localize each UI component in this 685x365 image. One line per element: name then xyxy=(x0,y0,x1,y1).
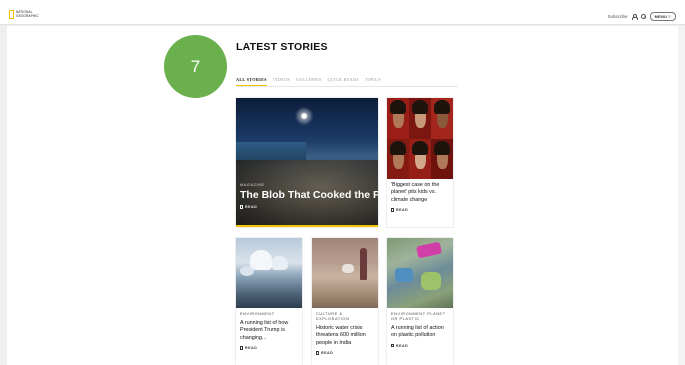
read-label: READ xyxy=(245,205,258,209)
story-image-faces xyxy=(387,98,453,179)
read-icon xyxy=(391,343,394,348)
story-read: READ xyxy=(316,351,376,355)
plastic-shape xyxy=(421,272,441,290)
read-label: READ xyxy=(396,343,409,348)
story-card-body: CULTURE & EXPLORATION Historic water cri… xyxy=(316,312,376,355)
story-read: READ xyxy=(240,346,300,350)
ice-shape xyxy=(240,266,254,276)
subscribe-link[interactable]: Subscribe xyxy=(608,14,628,19)
person-shape xyxy=(360,248,367,280)
tabs-divider xyxy=(236,86,458,87)
story-image-water-crisis xyxy=(312,238,378,308)
feature-story-read: READ xyxy=(240,205,376,209)
story-title[interactable]: A running list of how President Trump is… xyxy=(240,320,300,342)
story-card-climate-kids[interactable]: 'Biggest case on the planet' pits kids v… xyxy=(387,98,453,227)
tab-quick-reads[interactable]: QUICK READS xyxy=(327,77,358,82)
read-icon xyxy=(240,346,243,350)
story-image-plastic xyxy=(387,238,453,308)
natgeo-logo[interactable]: NATIONAL GEOGRAPHIC xyxy=(9,10,39,19)
bucket-shape xyxy=(342,264,354,273)
story-kicker: ENVIRONMENT xyxy=(240,312,275,316)
face-portrait xyxy=(387,138,409,179)
logo-wordmark: NATIONAL GEOGRAPHIC xyxy=(16,10,39,18)
story-title[interactable]: Historic water crisis threatens 600 mill… xyxy=(316,325,376,347)
face-portrait xyxy=(431,98,453,139)
feature-story-card[interactable]: MAGAZINE The Blob That Cooked the Pacifi… xyxy=(236,98,378,227)
step-number-badge: 7 xyxy=(164,35,227,98)
story-title[interactable]: 'Biggest case on the planet' pits kids v… xyxy=(391,182,451,204)
tab-galleries[interactable]: GALLERIES xyxy=(296,77,322,82)
search-icon[interactable] xyxy=(640,14,646,19)
feature-story-text: MAGAZINE The Blob That Cooked the Pacifi… xyxy=(240,183,378,209)
tab-all-stories[interactable]: ALL STORIES xyxy=(236,77,267,86)
story-title[interactable]: A running list of action on plastic poll… xyxy=(391,325,451,340)
story-card-india-water[interactable]: CULTURE & EXPLORATION Historic water cri… xyxy=(312,238,378,365)
yellow-border-logo-icon xyxy=(9,10,14,19)
ice-shape xyxy=(272,256,288,270)
read-label: READ xyxy=(396,207,409,212)
read-icon xyxy=(240,205,243,209)
story-card-body: ENVIRONMENT A running list of how Presid… xyxy=(240,312,300,350)
story-read: READ xyxy=(391,208,451,212)
feature-story-kicker: MAGAZINE xyxy=(240,183,265,187)
face-portrait xyxy=(431,138,453,179)
story-card-body: 'Biggest case on the planet' pits kids v… xyxy=(391,182,451,212)
story-card-plastic-pollution[interactable]: ENVIRONMENT PLANET OR PLASTIC A running … xyxy=(387,238,453,365)
story-card-body: ENVIRONMENT PLANET OR PLASTIC A running … xyxy=(391,312,451,348)
tab-topics[interactable]: TOPICS xyxy=(365,77,381,82)
story-read: READ xyxy=(391,344,451,348)
story-kicker: CULTURE & EXPLORATION xyxy=(316,312,350,321)
story-image-glacier xyxy=(236,238,302,308)
read-icon xyxy=(316,351,319,355)
story-kicker: ENVIRONMENT PLANET OR PLASTIC xyxy=(391,312,446,321)
user-icon[interactable] xyxy=(632,14,639,20)
feature-story-title[interactable]: The Blob That Cooked the Pacific xyxy=(240,189,378,202)
ice-shape xyxy=(250,250,272,270)
page: NATIONAL GEOGRAPHIC Subscribe MENU ≡ 7 L… xyxy=(0,0,685,365)
tab-videos[interactable]: VIDEOS xyxy=(273,77,290,82)
read-label: READ xyxy=(245,345,258,350)
header-actions: Subscribe MENU ≡ xyxy=(608,12,676,21)
story-filter-tabs: ALL STORIES VIDEOS GALLERIES QUICK READS… xyxy=(236,77,381,86)
top-navigation-bar: NATIONAL GEOGRAPHIC Subscribe MENU ≡ xyxy=(0,0,685,25)
face-portrait xyxy=(387,98,409,139)
section-title: LATEST STORIES xyxy=(236,41,328,53)
menu-button[interactable]: MENU ≡ xyxy=(649,12,676,21)
face-portrait xyxy=(409,138,431,179)
read-icon xyxy=(391,208,394,212)
plastic-shape xyxy=(395,268,413,282)
logo-line-2: GEOGRAPHIC xyxy=(16,13,39,18)
scrollbar[interactable] xyxy=(678,26,685,365)
plastic-shape xyxy=(416,241,442,259)
story-card-trump-environment[interactable]: ENVIRONMENT A running list of how Presid… xyxy=(236,238,302,365)
face-portrait xyxy=(409,98,431,139)
read-label: READ xyxy=(321,350,334,355)
